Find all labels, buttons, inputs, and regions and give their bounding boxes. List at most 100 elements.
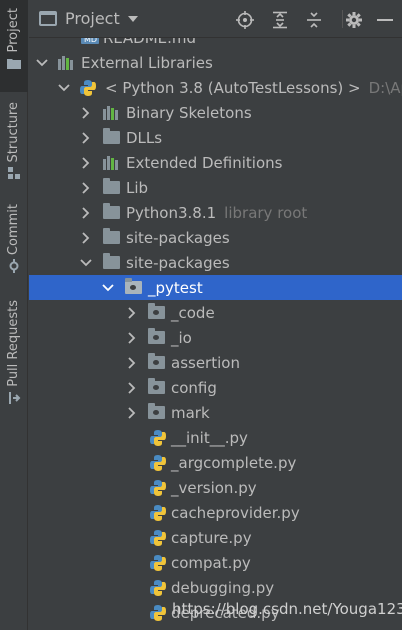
tree-item-python-file[interactable]: capture.py: [29, 525, 402, 550]
tree-item-subpackage[interactable]: _io: [29, 325, 402, 350]
folder-icon: [102, 178, 120, 196]
project-tool-tab[interactable]: Project: [0, 0, 28, 92]
chevron-right-icon[interactable]: [79, 106, 93, 120]
tree-item-python-file[interactable]: __init__.py: [29, 425, 402, 450]
chevron-right-icon[interactable]: [79, 181, 93, 195]
python-file-icon: [149, 454, 167, 471]
chevron-right-icon[interactable]: [125, 406, 139, 420]
locate-icon[interactable]: [234, 9, 256, 31]
chevron-down-icon[interactable]: [79, 256, 93, 270]
tree-item-label: _pytest: [148, 278, 203, 297]
tree-item-external-libraries[interactable]: External Libraries: [29, 50, 402, 75]
folder-icon: [102, 253, 120, 271]
python-file-icon: [149, 504, 167, 521]
tree-item-label: cacheprovider.py: [171, 503, 300, 522]
chevron-right-icon[interactable]: [79, 131, 93, 145]
python-file-icon: [149, 579, 167, 596]
project-view-icon: [39, 11, 57, 26]
tree-item-label: _code: [171, 303, 215, 322]
chevron-right-icon[interactable]: [79, 156, 93, 170]
markdown-file-icon: MD: [81, 38, 99, 46]
tree-item-python-file[interactable]: cacheprovider.py: [29, 500, 402, 525]
tool-window-strip: Project Structure Commit Pull Requests: [0, 0, 28, 630]
project-tool-window-header: Project: [29, 0, 402, 38]
tree-item-python-sdk[interactable]: < Python 3.8 (AutoTestLessons) > D:\App: [29, 75, 402, 100]
tree-item-extended-definitions[interactable]: Extended Definitions: [29, 150, 402, 175]
chevron-right-icon[interactable]: [79, 231, 93, 245]
tree-item-label: _argcomplete.py: [171, 453, 297, 472]
tree-item-pytest-selected[interactable]: _pytest: [29, 275, 402, 300]
tree-item-label: Lib: [126, 178, 149, 197]
chevron-right-icon[interactable]: [125, 381, 139, 395]
tree-item-label: site-packages: [126, 253, 230, 272]
expand-all-icon[interactable]: [269, 9, 291, 31]
tree-item-python-file[interactable]: compat.py: [29, 550, 402, 575]
tree-item-label: _io: [171, 328, 192, 347]
tree-item-python381[interactable]: Python3.8.1 library root: [29, 200, 402, 225]
folder-icon: [0, 52, 28, 74]
structure-tool-tab[interactable]: Structure: [0, 102, 28, 188]
tree-item-readme[interactable]: MD README.md: [29, 38, 402, 50]
tree-item-lib[interactable]: Lib: [29, 175, 402, 200]
settings-gear-icon[interactable]: [343, 9, 365, 31]
package-folder-icon: [147, 328, 165, 346]
tree-item-label: README.md: [103, 38, 196, 47]
package-folder-icon: [124, 278, 142, 296]
chevron-down-icon[interactable]: [101, 281, 115, 295]
tree-item-subpackage[interactable]: config: [29, 375, 402, 400]
hide-icon[interactable]: [374, 9, 396, 31]
tree-item-label: Binary Skeletons: [126, 103, 252, 122]
project-tree: MD README.md External Libraries < Python…: [29, 38, 402, 630]
pull-requests-tool-tab[interactable]: Pull Requests: [0, 300, 28, 418]
tree-item-subpackage[interactable]: mark: [29, 400, 402, 425]
python-file-icon: [149, 429, 167, 446]
tree-item-label: site-packages: [126, 228, 230, 247]
tree-item-python-file[interactable]: _argcomplete.py: [29, 450, 402, 475]
tree-item-site-packages-expanded[interactable]: site-packages: [29, 250, 402, 275]
tree-item-dlls[interactable]: DLLs: [29, 125, 402, 150]
python-file-icon: [149, 529, 167, 546]
folder-name: Python3.8.1: [126, 203, 217, 222]
header-title[interactable]: Project: [65, 9, 120, 28]
commit-tab-label: Commit: [6, 204, 21, 256]
watermark-text: https://blog.csdn.net/Youga123: [172, 600, 402, 618]
svg-text:MD: MD: [84, 38, 97, 44]
tree-item-label: Python3.8.1 library root: [126, 204, 307, 222]
tree-item-label: _version.py: [171, 478, 257, 497]
sdk-name: < Python 3.8 (AutoTestLessons) >: [105, 78, 361, 97]
tree-item-python-file[interactable]: debugging.py: [29, 575, 402, 600]
library-icon: [102, 155, 120, 171]
library-root-hint: library root: [224, 203, 308, 222]
structure-tab-label: Structure: [6, 102, 21, 163]
commit-tool-tab[interactable]: Commit: [0, 204, 28, 286]
tree-item-label: config: [171, 378, 217, 397]
folder-icon: [102, 228, 120, 246]
package-folder-icon: [147, 378, 165, 396]
tree-item-label: debugging.py: [171, 578, 275, 597]
chevron-down-icon[interactable]: [35, 56, 49, 70]
tree-item-label: mark: [171, 403, 210, 422]
chevron-right-icon[interactable]: [125, 306, 139, 320]
chevron-right-icon[interactable]: [125, 331, 139, 345]
tree-item-subpackage[interactable]: _code: [29, 300, 402, 325]
package-folder-icon: [147, 353, 165, 371]
tree-item-subpackage[interactable]: assertion: [29, 350, 402, 375]
structure-icon: [0, 162, 28, 184]
folder-icon: [102, 128, 120, 146]
collapse-all-icon[interactable]: [303, 9, 325, 31]
chevron-right-icon[interactable]: [79, 206, 93, 220]
chevron-down-icon[interactable]: [57, 81, 71, 95]
library-icon: [57, 55, 75, 71]
python-file-icon: [149, 604, 167, 621]
chevron-right-icon[interactable]: [125, 356, 139, 370]
tree-item-label: External Libraries: [81, 53, 213, 72]
tree-item-label: assertion: [171, 353, 240, 372]
tree-item-binary-skeletons[interactable]: Binary Skeletons: [29, 100, 402, 125]
tree-item-label: < Python 3.8 (AutoTestLessons) > D:\App: [105, 79, 402, 97]
tree-item-site-packages[interactable]: site-packages: [29, 225, 402, 250]
tree-item-label: capture.py: [171, 528, 252, 547]
tree-item-python-file[interactable]: _version.py: [29, 475, 402, 500]
chevron-down-icon[interactable]: [127, 15, 138, 22]
tree-item-label: compat.py: [171, 553, 251, 572]
python-file-icon: [149, 554, 167, 571]
